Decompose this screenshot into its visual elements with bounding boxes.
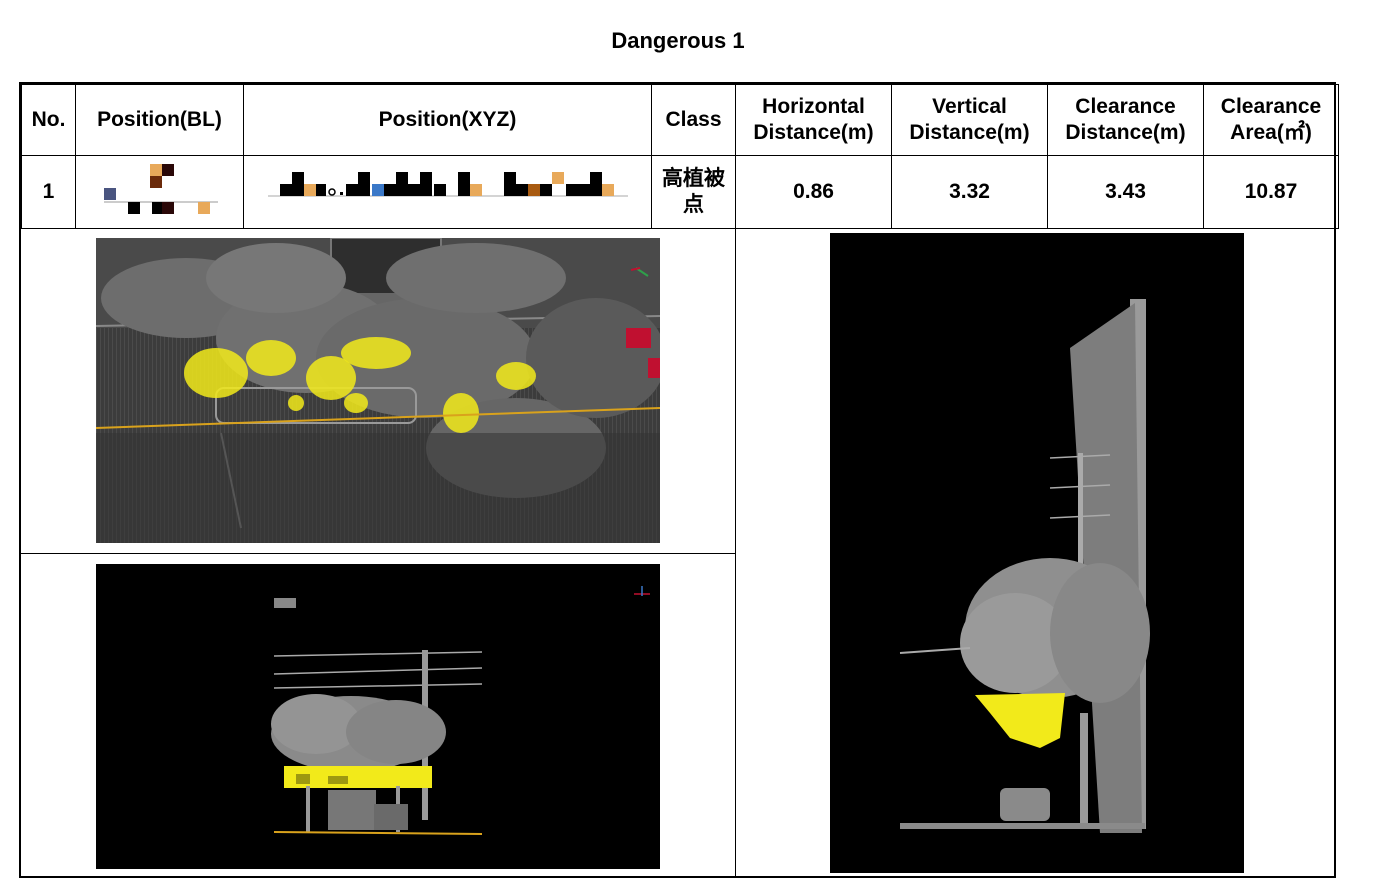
point-cloud-front-view [96, 564, 660, 869]
front-view-graphic [96, 564, 660, 869]
header-position-xyz: Position(XYZ) [243, 84, 652, 156]
table-row: 1 高植被点 0.86 3.32 3.43 10.87 [21, 155, 1339, 229]
table-header-row: No. Position(BL) Position(XYZ) Class Hor… [21, 84, 1339, 156]
page-title: Dangerous 1 [611, 28, 745, 53]
header-clearance-distance: Clearance Distance(m) [1047, 84, 1204, 156]
header-class: Class [651, 84, 736, 156]
cell-position-xyz [243, 155, 652, 229]
side-view-graphic [830, 233, 1244, 873]
cell-class: 高植被点 [651, 155, 736, 229]
info-table: No. Position(BL) Position(XYZ) Class Hor… [21, 84, 1339, 229]
point-cloud-top-view [96, 238, 660, 543]
header-clearance-area: Clearance Area(㎡) [1203, 84, 1339, 156]
dangerous-table: No. Position(BL) Position(XYZ) Class Hor… [19, 82, 1339, 880]
cell-no: 1 [21, 155, 76, 229]
header-position-bl: Position(BL) [75, 84, 244, 156]
cell-clearance-area: 10.87 [1203, 155, 1339, 229]
redacted-position-xyz-icon [267, 172, 628, 197]
header-vertical-distance: Vertical Distance(m) [891, 84, 1048, 156]
point-cloud-side-view [830, 233, 1244, 873]
image-area [21, 228, 1338, 880]
cell-vertical-distance: 3.32 [891, 155, 1048, 229]
header-no: No. [21, 84, 76, 156]
cell-position-bl [75, 155, 244, 229]
top-view-graphic [96, 238, 660, 543]
header-horizontal-distance: Horizontal Distance(m) [735, 84, 892, 156]
redacted-position-bl-icon [103, 164, 218, 215]
cell-horizontal-distance: 0.86 [735, 155, 892, 229]
cell-clearance-distance: 3.43 [1047, 155, 1204, 229]
